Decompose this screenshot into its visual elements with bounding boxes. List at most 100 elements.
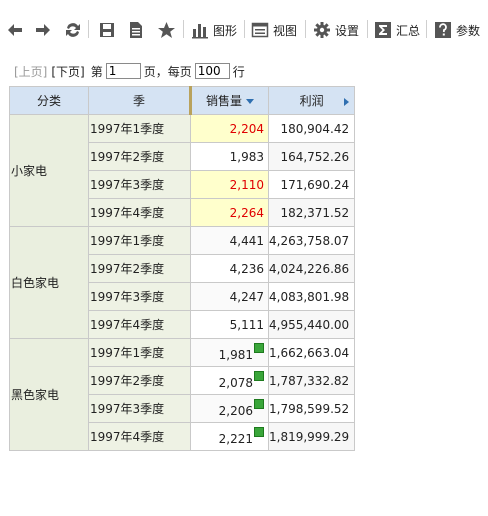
sales-value: 1,981	[218, 348, 253, 362]
season-cell: 1997年2季度	[88, 366, 191, 395]
toolbar-separator	[244, 20, 245, 38]
header-category[interactable]: 分类	[9, 86, 89, 115]
export-button[interactable]	[127, 19, 145, 41]
season-cell: 1997年1季度	[88, 114, 191, 143]
refresh-icon	[66, 23, 80, 37]
season-cell: 1997年1季度	[88, 338, 191, 367]
settings-label: 设置	[335, 23, 360, 38]
page-size-suffix: 行	[232, 64, 245, 79]
toolbar: 图形 视图 设置 汇总 参数	[0, 0, 488, 58]
header-sales-label: 销售量	[205, 94, 242, 108]
category-cell: 黑色家电	[9, 338, 89, 451]
help-icon	[435, 22, 451, 38]
sum-icon	[375, 22, 391, 38]
forward-button[interactable]	[34, 19, 52, 41]
view-button[interactable]: 视图	[251, 19, 297, 41]
save-button[interactable]	[98, 19, 116, 41]
params-label: 参数	[456, 23, 481, 38]
page-number-input[interactable]	[105, 63, 141, 79]
header-profit[interactable]: 利润	[267, 86, 356, 115]
save-icon	[100, 23, 114, 37]
forward-icon	[36, 24, 50, 36]
back-button[interactable]	[6, 19, 24, 41]
season-cell: 1997年1季度	[88, 226, 191, 255]
sales-cell: 1,981	[190, 338, 269, 367]
profit-cell: 1,819,999.29	[267, 422, 356, 451]
season-cell: 1997年4季度	[88, 198, 191, 227]
sales-cell: 4,247	[190, 282, 269, 311]
profit-cell: 171,690.24	[267, 170, 356, 199]
sales-cell: 2,078	[190, 366, 269, 395]
sales-cell: 2,221	[190, 422, 269, 451]
green-flag-icon	[254, 427, 264, 437]
sales-value: 2,206	[218, 404, 253, 418]
star-icon	[158, 22, 175, 38]
season-cell: 1997年3季度	[88, 170, 191, 199]
toolbar-separator	[88, 20, 89, 38]
table-row: 白色家电 1997年1季度 4,441 4,263,758.07	[9, 226, 356, 339]
category-cell: 小家电	[9, 114, 89, 227]
view-icon	[251, 22, 269, 38]
params-button[interactable]: 参数	[434, 19, 480, 41]
export-icon	[130, 22, 142, 38]
sales-cell: 2,110	[190, 170, 269, 199]
season-cell: 1997年3季度	[88, 394, 191, 423]
profit-cell: 4,955,440.00	[267, 310, 356, 339]
profit-cell: 4,263,758.07	[267, 226, 356, 255]
profit-cell: 1,787,332.82	[267, 366, 356, 395]
table-row: 小家电 1997年1季度 2,204 180,904.42	[9, 114, 356, 227]
sales-cell: 1,983	[190, 142, 269, 171]
refresh-button[interactable]	[64, 19, 82, 41]
sales-cell: 5,111	[190, 310, 269, 339]
table-row: 黑色家电 1997年1季度 1,981 1,662,663.04	[9, 338, 356, 451]
summary-button[interactable]: 汇总	[374, 19, 420, 41]
season-cell: 1997年4季度	[88, 310, 191, 339]
green-flag-icon	[254, 399, 264, 409]
favorite-button[interactable]	[157, 19, 176, 41]
season-cell: 1997年2季度	[88, 142, 191, 171]
sales-cell: 4,441	[190, 226, 269, 255]
profit-cell: 1,662,663.04	[267, 338, 356, 367]
chart-label: 图形	[213, 23, 238, 38]
season-cell: 1997年4季度	[88, 422, 191, 451]
page-size-input[interactable]	[194, 63, 230, 79]
toolbar-separator	[426, 20, 427, 38]
prev-page-link[interactable]: [上页]	[14, 63, 47, 80]
header-category-label: 分类	[36, 94, 61, 108]
toolbar-separator	[367, 20, 368, 38]
green-flag-icon	[254, 343, 264, 353]
green-flag-icon	[254, 371, 264, 381]
season-cell: 1997年3季度	[88, 282, 191, 311]
next-page-link[interactable]: [下页]	[51, 63, 84, 80]
toolbar-separator	[183, 20, 184, 38]
sales-value: 2,078	[218, 376, 253, 390]
profit-cell: 4,083,801.98	[267, 282, 356, 311]
sales-value: 2,221	[218, 432, 253, 446]
view-label: 视图	[273, 23, 298, 38]
toolbar-separator	[305, 20, 306, 38]
profit-cell: 182,371.52	[267, 198, 356, 227]
summary-label: 汇总	[396, 23, 421, 38]
chart-button[interactable]: 图形	[191, 19, 237, 41]
header-profit-label: 利润	[299, 94, 324, 108]
header-season[interactable]: 季	[88, 86, 191, 115]
sales-cell: 2,206	[190, 394, 269, 423]
expand-right-icon[interactable]	[344, 98, 350, 106]
pager: [上页] [下页] 第 页，每页 行	[14, 62, 245, 80]
back-icon	[8, 24, 22, 36]
data-table: 分类 季 销售量 利润 小家电 1997年1季度 2,204 180,904.4…	[9, 86, 356, 451]
bar-chart-icon	[192, 24, 208, 39]
header-sales[interactable]: 销售量	[189, 86, 269, 115]
table-header-row: 分类 季 销售量 利润	[9, 86, 356, 115]
sales-cell: 2,204	[190, 114, 269, 143]
page-suffix: 页，每页	[143, 64, 192, 79]
settings-button[interactable]: 设置	[313, 19, 359, 41]
profit-cell: 180,904.42	[267, 114, 356, 143]
sales-cell: 2,264	[190, 198, 269, 227]
page-prefix: 第	[90, 64, 103, 79]
gear-icon	[314, 22, 330, 38]
header-season-label: 季	[132, 94, 145, 108]
sales-cell: 4,236	[190, 254, 269, 283]
category-cell: 白色家电	[9, 226, 89, 339]
season-cell: 1997年2季度	[88, 254, 191, 283]
